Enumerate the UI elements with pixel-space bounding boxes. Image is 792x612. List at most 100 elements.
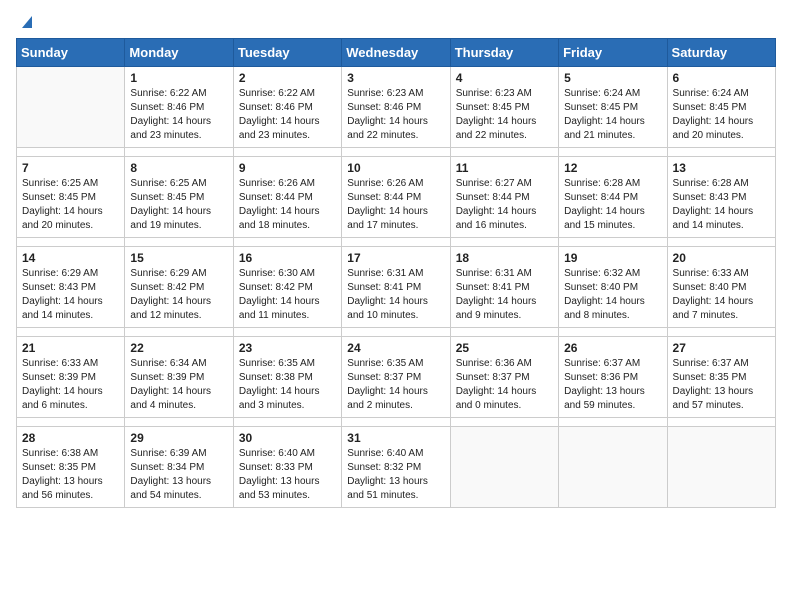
day-info: Sunrise: 6:29 AM Sunset: 8:42 PM Dayligh… [130,267,227,323]
divider-cell [17,238,125,247]
day-info: Sunrise: 6:22 AM Sunset: 8:46 PM Dayligh… [130,87,227,143]
divider-cell [667,418,775,427]
header-thursday: Thursday [450,39,558,67]
divider-cell [450,148,558,157]
divider-cell [342,418,450,427]
day-number: 13 [673,161,770,175]
calendar-cell: 31 Sunrise: 6:40 AM Sunset: 8:32 PM Dayli… [342,427,450,508]
divider-cell [559,418,667,427]
calendar-cell: 29 Sunrise: 6:39 AM Sunset: 8:34 PM Dayli… [125,427,233,508]
divider-cell [233,238,341,247]
day-info: Sunrise: 6:31 AM Sunset: 8:41 PM Dayligh… [347,267,444,323]
day-info: Sunrise: 6:26 AM Sunset: 8:44 PM Dayligh… [347,177,444,233]
divider-cell [125,148,233,157]
header-sunday: Sunday [17,39,125,67]
calendar-table: SundayMondayTuesdayWednesdayThursdayFrid… [16,38,776,508]
day-info: Sunrise: 6:32 AM Sunset: 8:40 PM Dayligh… [564,267,661,323]
calendar-week-1: 1 Sunrise: 6:22 AM Sunset: 8:46 PM Daylig… [17,67,776,148]
calendar-cell: 14Sunrise: 6:29 AM Sunset: 8:43 PM Dayli… [17,247,125,328]
day-info: Sunrise: 6:37 AM Sunset: 8:35 PM Dayligh… [673,357,770,413]
day-number: 2 [239,71,336,85]
day-number: 29 [130,431,227,445]
page-header [16,16,776,30]
day-info: Sunrise: 6:38 AM Sunset: 8:35 PM Dayligh… [22,447,119,503]
logo-icon [18,12,36,30]
day-number: 3 [347,71,444,85]
day-number: 31 [347,431,444,445]
day-number: 9 [239,161,336,175]
day-number: 5 [564,71,661,85]
day-number: 26 [564,341,661,355]
day-info: Sunrise: 6:34 AM Sunset: 8:39 PM Dayligh… [130,357,227,413]
calendar-cell [559,427,667,508]
day-number: 23 [239,341,336,355]
calendar-week-4: 21Sunrise: 6:33 AM Sunset: 8:39 PM Dayli… [17,337,776,418]
day-number: 28 [22,431,119,445]
day-number: 30 [239,431,336,445]
calendar-cell: 2 Sunrise: 6:22 AM Sunset: 8:46 PM Daylig… [233,67,341,148]
calendar-cell: 5 Sunrise: 6:24 AM Sunset: 8:45 PM Daylig… [559,67,667,148]
day-info: Sunrise: 6:33 AM Sunset: 8:40 PM Dayligh… [673,267,770,323]
day-number: 27 [673,341,770,355]
day-number: 12 [564,161,661,175]
day-number: 20 [673,251,770,265]
divider-cell [559,148,667,157]
day-number: 6 [673,71,770,85]
day-info: Sunrise: 6:24 AM Sunset: 8:45 PM Dayligh… [673,87,770,143]
day-number: 17 [347,251,444,265]
day-number: 18 [456,251,553,265]
divider-cell [559,328,667,337]
day-info: Sunrise: 6:35 AM Sunset: 8:37 PM Dayligh… [347,357,444,413]
divider-cell [233,148,341,157]
day-number: 1 [130,71,227,85]
logo [16,16,36,30]
header-friday: Friday [559,39,667,67]
calendar-cell: 7Sunrise: 6:25 AM Sunset: 8:45 PM Daylig… [17,157,125,238]
calendar-cell: 30 Sunrise: 6:40 AM Sunset: 8:33 PM Dayli… [233,427,341,508]
header-saturday: Saturday [667,39,775,67]
divider-cell [667,238,775,247]
day-number: 11 [456,161,553,175]
divider-cell [667,148,775,157]
day-number: 22 [130,341,227,355]
calendar-cell: 27 Sunrise: 6:37 AM Sunset: 8:35 PM Dayli… [667,337,775,418]
day-number: 15 [130,251,227,265]
calendar-week-5: 28 Sunrise: 6:38 AM Sunset: 8:35 PM Dayli… [17,427,776,508]
calendar-cell [17,67,125,148]
divider-cell [450,328,558,337]
divider-cell [450,238,558,247]
calendar-cell: 19Sunrise: 6:32 AM Sunset: 8:40 PM Dayli… [559,247,667,328]
calendar-cell: 22 Sunrise: 6:34 AM Sunset: 8:39 PM Dayli… [125,337,233,418]
day-info: Sunrise: 6:23 AM Sunset: 8:45 PM Dayligh… [456,87,553,143]
day-info: Sunrise: 6:40 AM Sunset: 8:33 PM Dayligh… [239,447,336,503]
day-info: Sunrise: 6:24 AM Sunset: 8:45 PM Dayligh… [564,87,661,143]
calendar-cell: 28 Sunrise: 6:38 AM Sunset: 8:35 PM Dayli… [17,427,125,508]
divider-cell [17,418,125,427]
calendar-cell: 12Sunrise: 6:28 AM Sunset: 8:44 PM Dayli… [559,157,667,238]
divider-cell [17,148,125,157]
day-info: Sunrise: 6:40 AM Sunset: 8:32 PM Dayligh… [347,447,444,503]
calendar-cell: 1 Sunrise: 6:22 AM Sunset: 8:46 PM Daylig… [125,67,233,148]
calendar-cell: 4Sunrise: 6:23 AM Sunset: 8:45 PM Daylig… [450,67,558,148]
divider-cell [559,238,667,247]
day-info: Sunrise: 6:26 AM Sunset: 8:44 PM Dayligh… [239,177,336,233]
calendar-cell: 20 Sunrise: 6:33 AM Sunset: 8:40 PM Dayli… [667,247,775,328]
day-info: Sunrise: 6:27 AM Sunset: 8:44 PM Dayligh… [456,177,553,233]
day-info: Sunrise: 6:29 AM Sunset: 8:43 PM Dayligh… [22,267,119,323]
calendar-cell: 9 Sunrise: 6:26 AM Sunset: 8:44 PM Daylig… [233,157,341,238]
calendar-cell [667,427,775,508]
calendar-cell: 10Sunrise: 6:26 AM Sunset: 8:44 PM Dayli… [342,157,450,238]
day-number: 8 [130,161,227,175]
day-info: Sunrise: 6:39 AM Sunset: 8:34 PM Dayligh… [130,447,227,503]
divider-cell [125,418,233,427]
day-info: Sunrise: 6:22 AM Sunset: 8:46 PM Dayligh… [239,87,336,143]
day-info: Sunrise: 6:36 AM Sunset: 8:37 PM Dayligh… [456,357,553,413]
header-wednesday: Wednesday [342,39,450,67]
header-monday: Monday [125,39,233,67]
divider-cell [233,328,341,337]
day-info: Sunrise: 6:37 AM Sunset: 8:36 PM Dayligh… [564,357,661,413]
divider-cell [17,328,125,337]
calendar-cell: 15 Sunrise: 6:29 AM Sunset: 8:42 PM Dayli… [125,247,233,328]
divider-cell [125,238,233,247]
calendar-cell: 16Sunrise: 6:30 AM Sunset: 8:42 PM Dayli… [233,247,341,328]
